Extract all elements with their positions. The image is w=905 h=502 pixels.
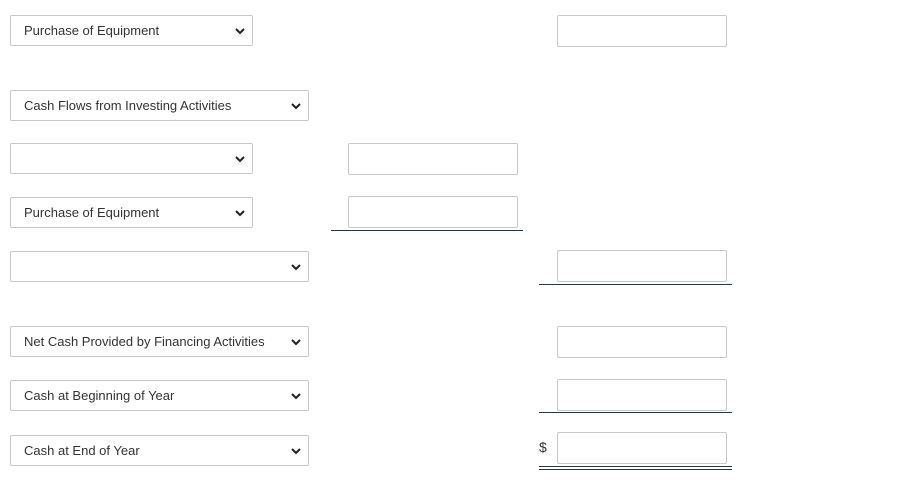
chevron-down-icon bbox=[235, 28, 245, 35]
chevron-down-icon bbox=[291, 103, 301, 110]
line-item-select-8[interactable]: Cash at End of Year bbox=[10, 435, 309, 466]
chevron-down-icon bbox=[291, 448, 301, 455]
select-value: Cash at End of Year bbox=[24, 443, 140, 458]
line-item-select-4[interactable]: Purchase of Equipment bbox=[10, 197, 253, 228]
line-item-select-3[interactable] bbox=[10, 143, 253, 174]
amount-input-1-total[interactable] bbox=[557, 15, 727, 47]
amount-input-7-total[interactable] bbox=[557, 379, 727, 411]
line-item-select-2[interactable]: Cash Flows from Investing Activities bbox=[10, 90, 309, 121]
chevron-down-icon bbox=[291, 264, 301, 271]
chevron-down-icon bbox=[291, 393, 301, 400]
select-value: Purchase of Equipment bbox=[24, 205, 160, 220]
amount-input-8-total[interactable] bbox=[557, 432, 727, 464]
line-item-select-7[interactable]: Cash at Beginning of Year bbox=[10, 380, 309, 411]
amount-input-3[interactable] bbox=[348, 143, 518, 175]
subtotal-underline bbox=[539, 284, 732, 285]
line-item-select-6[interactable]: Net Cash Provided by Financing Activitie… bbox=[10, 326, 309, 357]
subtotal-underline bbox=[331, 230, 523, 231]
line-item-select-5[interactable] bbox=[10, 251, 309, 282]
select-value: Purchase of Equipment bbox=[24, 23, 160, 38]
select-value: Cash Flows from Investing Activities bbox=[24, 98, 232, 113]
line-item-select-1[interactable]: Purchase of Equipment bbox=[10, 15, 253, 46]
amount-input-6-total[interactable] bbox=[557, 326, 727, 358]
chevron-down-icon bbox=[235, 156, 245, 163]
subtotal-underline bbox=[539, 412, 732, 413]
double-underline-bottom bbox=[539, 469, 732, 470]
amount-input-4[interactable] bbox=[348, 196, 518, 228]
chevron-down-icon bbox=[235, 210, 245, 217]
select-value: Cash at Beginning of Year bbox=[24, 388, 175, 403]
currency-symbol: $ bbox=[539, 439, 547, 455]
double-underline-top bbox=[539, 466, 732, 467]
amount-input-5-total[interactable] bbox=[557, 250, 727, 282]
select-value: Net Cash Provided by Financing Activitie… bbox=[24, 334, 265, 349]
chevron-down-icon bbox=[291, 339, 301, 346]
